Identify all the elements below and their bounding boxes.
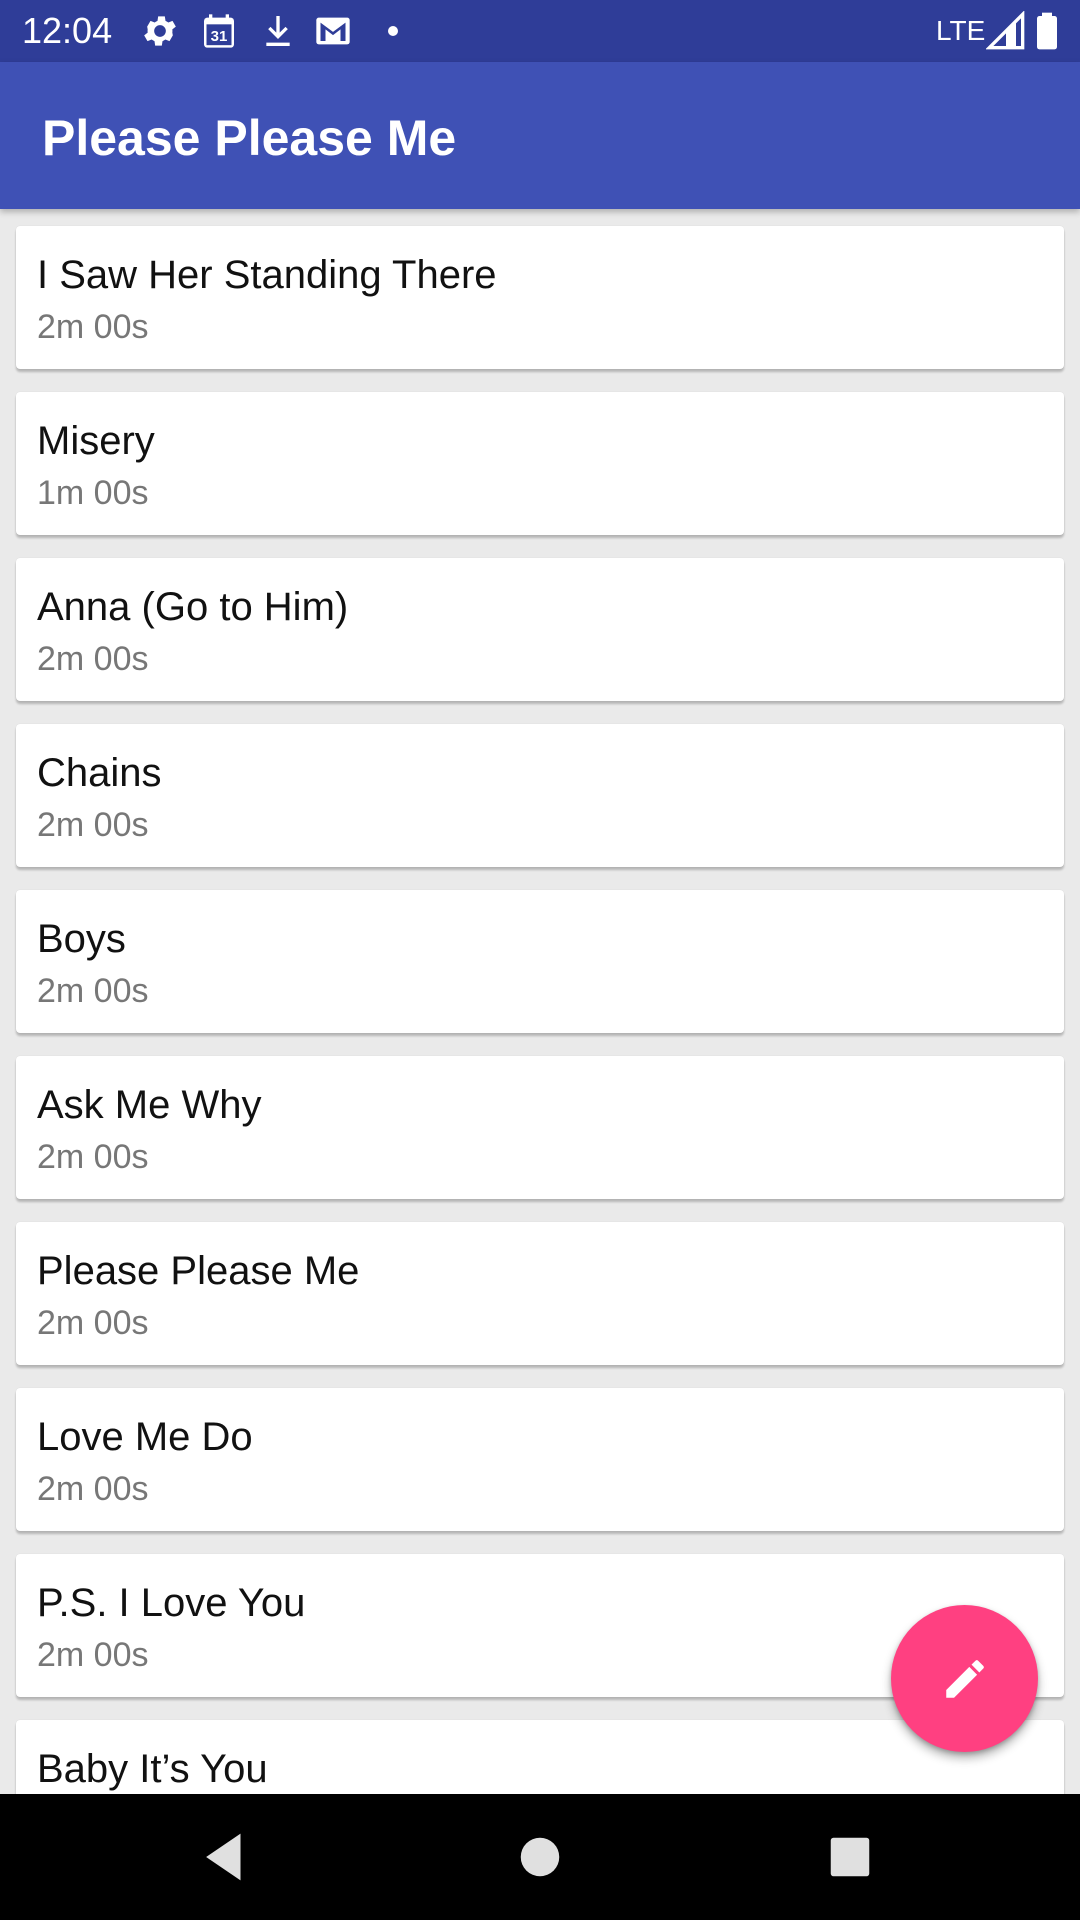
signal-icon — [986, 11, 1026, 51]
song-duration: 2m 00s — [37, 640, 149, 678]
calendar-day: 31 — [211, 28, 228, 45]
song-card[interactable]: Please Please Me 2m 00s — [16, 1222, 1064, 1365]
song-card[interactable]: Ask Me Why 2m 00s — [16, 1056, 1064, 1199]
song-duration: 2m 00s — [37, 1138, 149, 1176]
battery-icon — [1030, 11, 1064, 51]
song-duration: 1m 00s — [37, 474, 149, 512]
song-duration: 2m 00s — [37, 806, 149, 844]
song-title: Please Please Me — [37, 1249, 360, 1293]
status-bar: 12:04 31 LTE — [0, 0, 1080, 62]
edit-fab-button[interactable] — [891, 1605, 1038, 1752]
settings-icon — [140, 11, 180, 51]
calendar-icon: 31 — [199, 11, 239, 51]
home-icon[interactable] — [507, 1824, 573, 1890]
song-title: I Saw Her Standing There — [37, 253, 497, 297]
song-title: P.S. I Love You — [37, 1581, 306, 1625]
song-title: Boys — [37, 917, 126, 961]
screen: 12:04 31 LTE Please Please Me I Saw Her … — [0, 0, 1080, 1920]
song-duration: 2m 00s — [37, 1304, 149, 1342]
song-card[interactable]: Misery 1m 00s — [16, 392, 1064, 535]
song-title: Anna (Go to Him) — [37, 585, 349, 629]
notification-dot-icon — [373, 11, 413, 51]
song-duration: 2m 00s — [37, 1636, 149, 1674]
song-duration: 2m 00s — [37, 1470, 149, 1508]
song-list[interactable]: I Saw Her Standing There 2m 00s Misery 1… — [0, 209, 1080, 1794]
song-card[interactable]: Love Me Do 2m 00s — [16, 1388, 1064, 1531]
navigation-bar — [0, 1794, 1080, 1920]
song-duration: 2m 00s — [37, 972, 149, 1010]
download-icon — [258, 11, 298, 51]
song-card[interactable]: Anna (Go to Him) 2m 00s — [16, 558, 1064, 701]
song-title: Love Me Do — [37, 1415, 253, 1459]
song-duration: 2m 00s — [37, 308, 149, 346]
network-type-label: LTE — [936, 15, 986, 46]
song-card[interactable]: I Saw Her Standing There 2m 00s — [16, 226, 1064, 369]
app-bar: Please Please Me — [0, 62, 1080, 209]
song-title: Ask Me Why — [37, 1083, 262, 1127]
page-title: Please Please Me — [42, 110, 457, 166]
recents-icon[interactable] — [817, 1824, 883, 1890]
song-card[interactable]: Baby It’s You — [16, 1720, 1064, 1794]
gmail-icon — [313, 11, 353, 51]
edit-icon — [946, 1660, 984, 1698]
status-time: 12:04 — [22, 10, 113, 51]
song-title: Misery — [37, 419, 155, 463]
song-title: Baby It’s You — [37, 1747, 268, 1791]
song-title: Chains — [37, 751, 162, 795]
back-icon[interactable] — [191, 1824, 257, 1890]
song-card[interactable]: Boys 2m 00s — [16, 890, 1064, 1033]
song-card[interactable]: Chains 2m 00s — [16, 724, 1064, 867]
